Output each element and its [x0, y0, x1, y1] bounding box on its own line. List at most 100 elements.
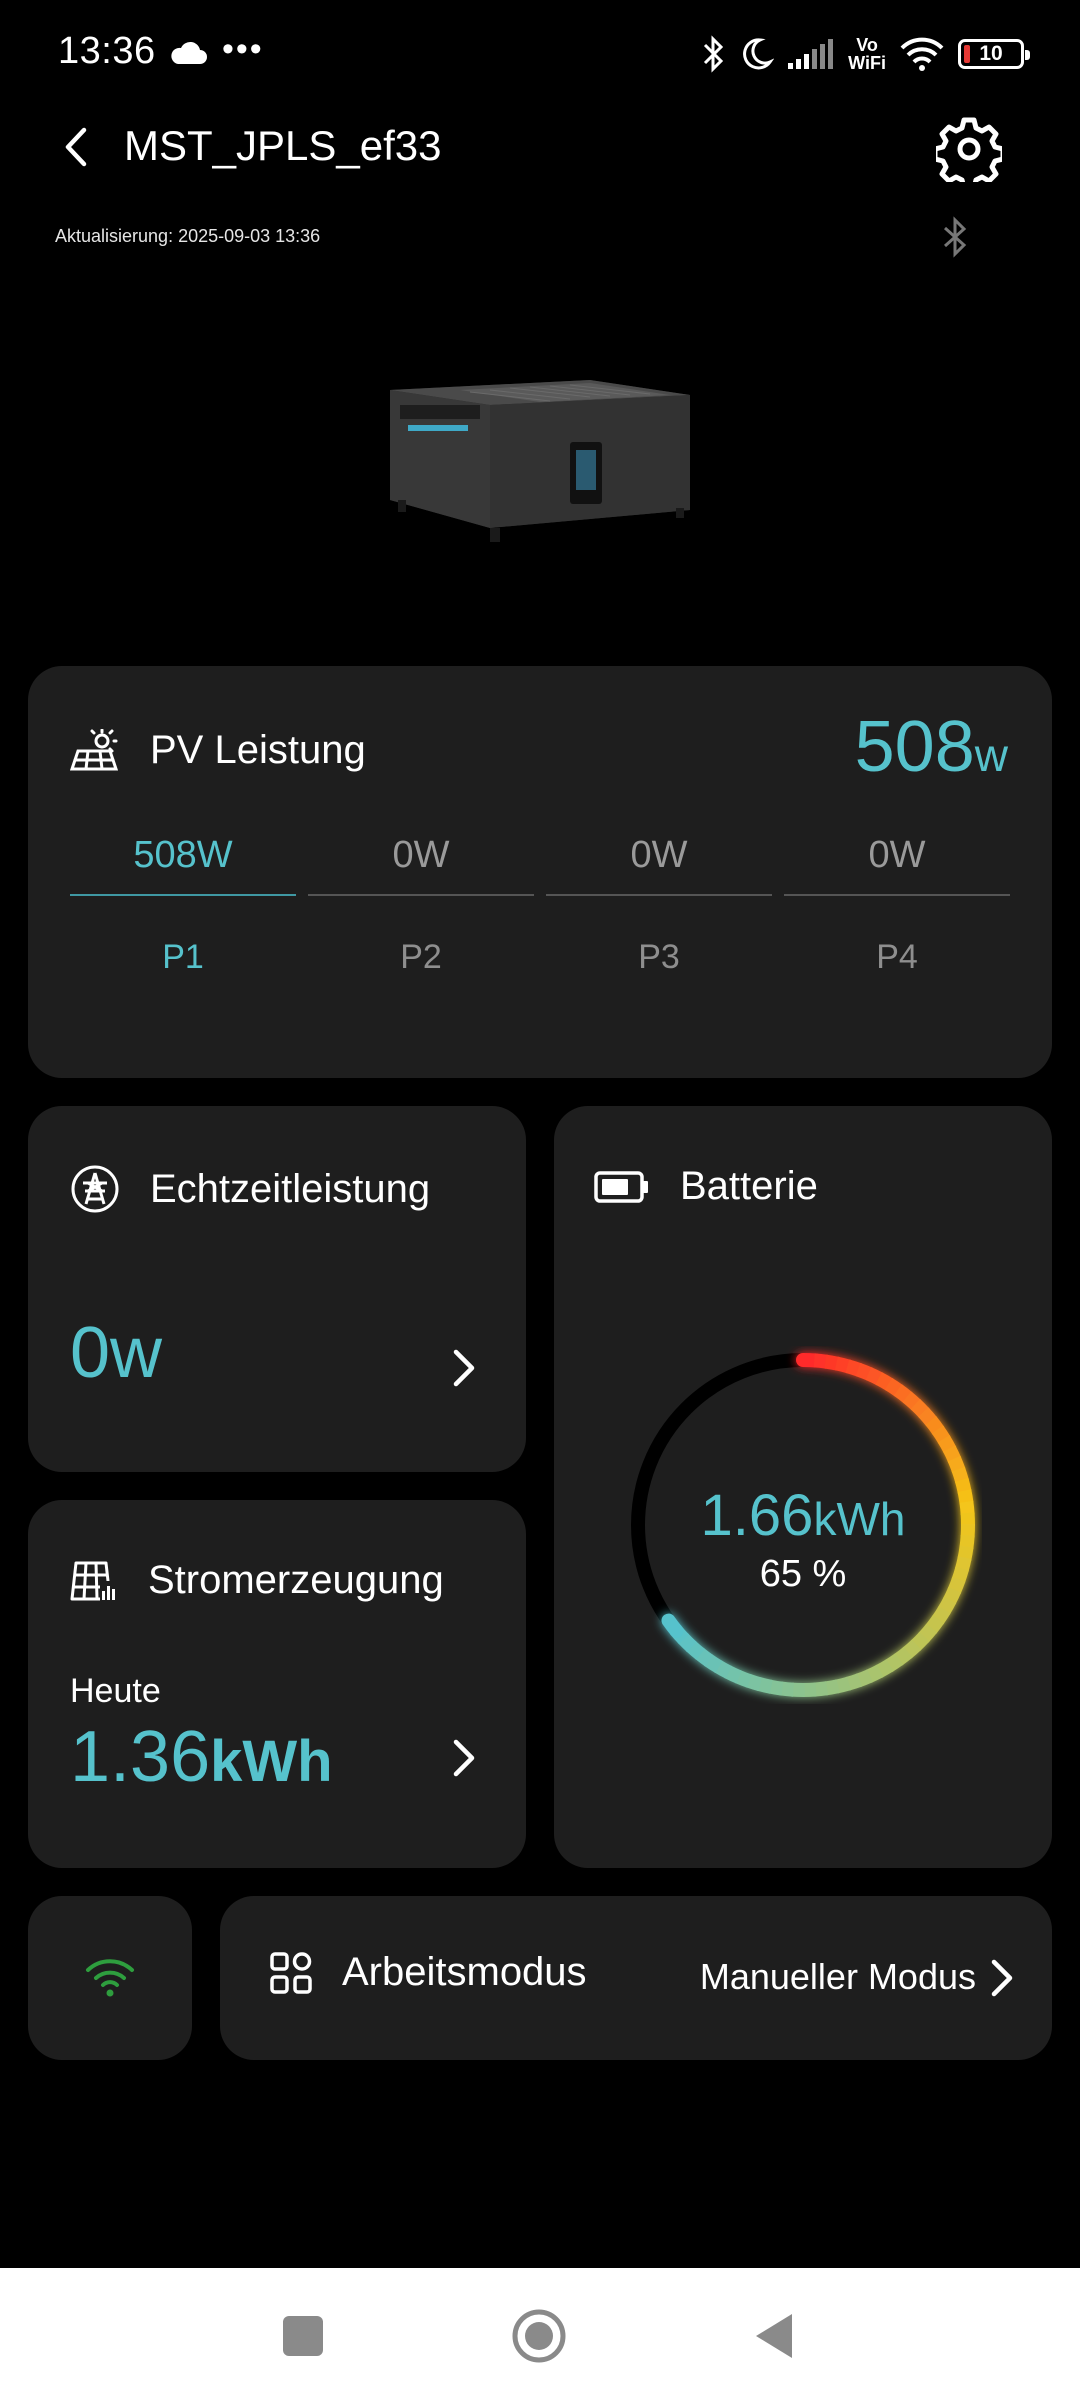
pv-tab-p4[interactable]: 0W P4	[784, 836, 1010, 977]
generation-value: 1.36kWh	[70, 1717, 333, 1797]
battery-ring-segment	[925, 1615, 945, 1634]
battery-ring-segment	[685, 1640, 705, 1660]
battery-ring-segment	[834, 1356, 851, 1374]
battery-ring-segment	[918, 1407, 938, 1427]
vowifi-icon: Vo WiFi	[848, 35, 886, 73]
battery-ring-segment	[834, 1676, 851, 1694]
pv-tab-indicator	[308, 894, 534, 896]
solar-panel-icon	[70, 728, 119, 770]
last-update-text: Aktualisierung: 2025-09-03 13:36	[55, 226, 321, 246]
battery-ring-segment	[884, 1377, 904, 1397]
pv-tab-name: P1	[162, 938, 204, 976]
work-mode-card[interactable]: Arbeitsmodus Manueller Modus	[220, 1896, 1052, 2060]
pv-tab-p3[interactable]: 0W P3	[546, 836, 772, 977]
generation-period-label: Heute	[70, 1672, 161, 1710]
realtime-power-card[interactable]: Echtzeitleistung 0w	[28, 1106, 526, 1472]
pv-tab-value: 508W	[133, 834, 233, 876]
battery-ring-segment	[937, 1435, 957, 1454]
status-time: 13:36	[58, 30, 156, 72]
battery-status-icon	[594, 1170, 648, 1203]
status-icons: Vo WiFi 10	[702, 30, 1030, 78]
pv-tab-indicator	[70, 894, 296, 896]
bluetooth-icon	[704, 35, 724, 73]
battery-ring-segment	[704, 1654, 723, 1674]
battery-ring-segment	[942, 1445, 962, 1464]
battery-ring-segment	[875, 1659, 894, 1678]
cloud-icon	[171, 41, 207, 64]
bluetooth-status-icon	[943, 216, 967, 258]
battery-percent-text: 65 %	[759, 1553, 847, 1595]
battery-ring-segment	[756, 1677, 773, 1694]
pv-power-card: PV Leistung 508w 508W P1 0W P2 0W P3 0W …	[28, 666, 1052, 1078]
pv-tab-name: P4	[876, 938, 918, 976]
solar-report-icon	[70, 1561, 116, 1601]
battery-ring-segment	[768, 1679, 784, 1696]
energy-generation-card[interactable]: Stromerzeugung Heute 1.36kWh	[28, 1500, 526, 1868]
power-tower-icon	[71, 1165, 119, 1213]
battery-ring-segment	[910, 1399, 930, 1419]
battery-ring-segment	[865, 1664, 884, 1683]
battery-ring-segment	[802, 1682, 817, 1697]
pv-tab-value: 0W	[630, 834, 688, 876]
battery-ring-segment	[813, 1681, 829, 1697]
chevron-right-icon[interactable]	[986, 1956, 1016, 2000]
status-bar: 13:36 ••• Vo WiFi 10	[0, 0, 1080, 110]
battery-ring-segment	[813, 1353, 829, 1369]
battery-ring-segment	[884, 1653, 904, 1673]
battery-ring-segment	[855, 1669, 873, 1688]
back-button[interactable]	[748, 2308, 804, 2364]
battery-ring-segment	[902, 1639, 922, 1659]
battery-ring-segment	[893, 1384, 913, 1404]
grid-apps-icon	[270, 1951, 312, 1994]
page-title: MST_JPLS_ef33	[124, 122, 442, 169]
battery-ring-segment	[745, 1673, 763, 1692]
battery-label: Batterie	[680, 1164, 818, 1208]
battery-ring-segment	[855, 1362, 873, 1381]
wifi-icon	[900, 37, 944, 71]
work-mode-value: Manueller Modus	[699, 1956, 976, 1997]
recent-apps-button[interactable]	[275, 2308, 331, 2364]
pv-tab-p2[interactable]: 0W P2	[308, 836, 534, 977]
moon-icon	[743, 38, 775, 70]
battery-ring-segment	[951, 1466, 969, 1484]
back-arrow-icon[interactable]	[58, 122, 94, 172]
battery-ring-segment	[845, 1359, 863, 1377]
chevron-right-icon[interactable]	[448, 1346, 478, 1390]
battery-ring-segment	[931, 1606, 951, 1625]
battery-energy-value: 1.66kWh	[700, 1483, 906, 1548]
battery-ring-segment	[925, 1416, 945, 1435]
pv-tab-p1[interactable]: 508W P1	[70, 836, 296, 977]
realtime-power-value: 0w	[70, 1313, 163, 1393]
pv-tab-value: 0W	[392, 834, 450, 876]
battery-ring-segment	[779, 1681, 794, 1697]
work-mode-label: Arbeitsmodus	[342, 1950, 587, 1994]
pv-tab-name: P2	[400, 938, 442, 976]
device-image	[390, 380, 690, 542]
more-notifications-icon: •••	[222, 30, 264, 68]
battery-ring-segment	[677, 1633, 697, 1653]
pv-total-value: 508w	[854, 707, 1008, 787]
settings-gear-icon[interactable]	[936, 116, 1002, 182]
battery-ring-segment	[902, 1391, 922, 1411]
battery-ring-segment	[910, 1631, 930, 1651]
battery-ring-segment	[824, 1354, 840, 1371]
battery-ring-segment	[796, 1353, 823, 1368]
realtime-power-label: Echtzeitleistung	[150, 1166, 431, 1211]
battery-ring-segment	[893, 1646, 913, 1666]
battery-ring-segment	[937, 1596, 957, 1615]
pv-tab-name: P3	[638, 938, 680, 976]
energy-generation-label: Stromerzeugung	[148, 1558, 444, 1602]
battery-ring-segment	[724, 1665, 742, 1684]
battery-ring-segment	[947, 1455, 966, 1474]
battery-ring-segment	[865, 1367, 884, 1386]
pv-power-header: PV Leistung	[70, 728, 366, 773]
home-button[interactable]	[511, 2308, 567, 2364]
battery-ring-segment	[713, 1660, 733, 1679]
battery-ring-segment	[931, 1425, 951, 1444]
battery-ring-segment	[918, 1623, 938, 1643]
system-navigation-bar	[0, 2268, 1080, 2400]
chevron-right-icon[interactable]	[448, 1736, 478, 1780]
wifi-status-card[interactable]	[28, 1896, 192, 2060]
battery-ring-segment	[661, 1613, 684, 1638]
battery-card[interactable]: Batterie 1.66kWh 65 %	[554, 1106, 1052, 1868]
